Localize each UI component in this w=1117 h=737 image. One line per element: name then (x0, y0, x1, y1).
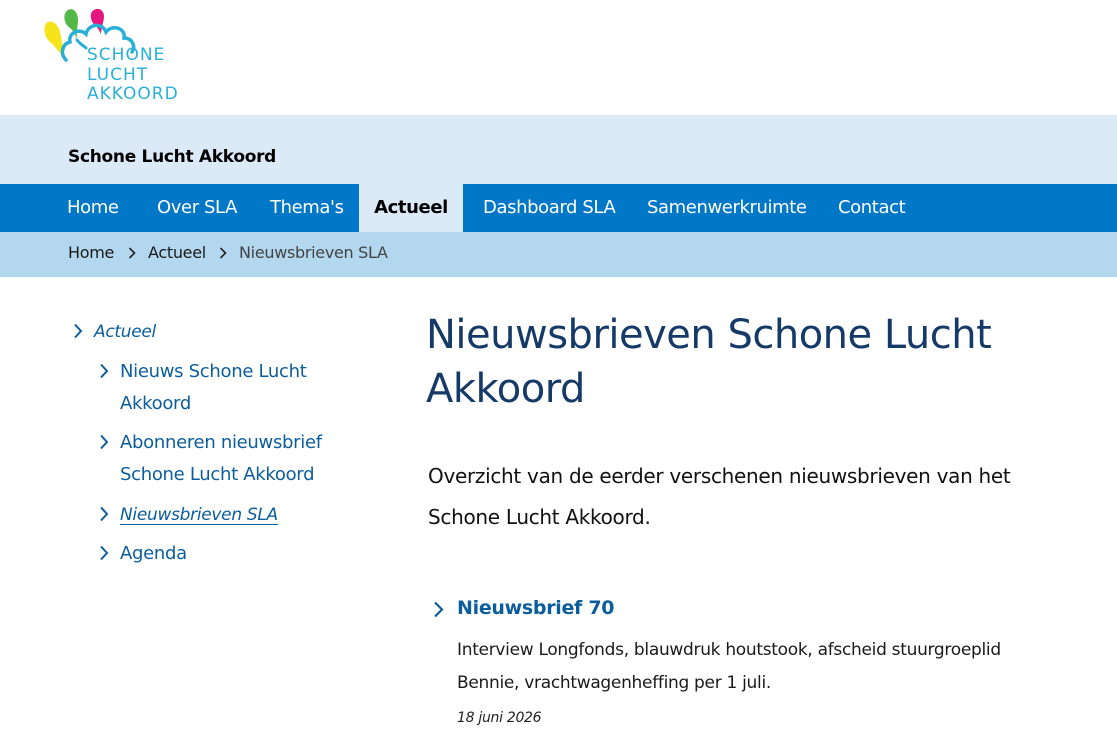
nav-item-dashboard-sla[interactable]: Dashboard SLA (483, 184, 616, 232)
logo-line: LUCHT (87, 64, 149, 85)
sidebar-item-abonneren[interactable]: Abonneren nieuwsbrief Schone Lucht Akkoo… (120, 427, 322, 491)
logo-line: SCHONE (87, 45, 166, 65)
sidebar-item-nieuws[interactable]: Nieuws Schone Lucht Akkoord (120, 356, 307, 420)
breadcrumb-current: Nieuwsbrieven SLA (239, 243, 388, 262)
main-nav: Home Over SLA Thema's Actueel Dashboard … (0, 184, 1117, 232)
nav-item-actueel[interactable]: Actueel (359, 184, 463, 232)
breadcrumb-home[interactable]: Home (68, 243, 114, 262)
logo-wordmark: SCHONE LUCHT AKKOORD (87, 45, 179, 105)
sidebar-item-label: Nieuws Schone Lucht (120, 361, 307, 382)
sidebar-item-agenda[interactable]: Agenda (120, 538, 187, 570)
logo-line: AKKOORD (87, 84, 179, 104)
sidebar-item-label: Schone Lucht Akkoord (120, 464, 315, 485)
nav-item-themas[interactable]: Thema's (270, 184, 344, 232)
intro-line: Schone Lucht Akkoord. (428, 505, 651, 529)
nav-item-samenwerkruimte[interactable]: Samenwerkruimte (647, 184, 807, 232)
news-item-description: Interview Longfonds, blauwdruk houtstook… (457, 634, 1037, 700)
chevron-right-icon (128, 247, 136, 259)
chevron-right-icon (100, 545, 109, 561)
page-title-line: Nieuwsbrieven Schone Lucht (426, 312, 992, 358)
chevron-right-icon (100, 363, 109, 379)
sidebar-item-label: Akkoord (120, 393, 191, 414)
chevron-right-icon (219, 247, 227, 259)
nav-item-contact[interactable]: Contact (838, 184, 906, 232)
site-title[interactable]: Schone Lucht Akkoord (68, 147, 276, 167)
page-title: Nieuwsbrieven Schone Lucht Akkoord (426, 308, 1066, 416)
news-item-date: 18 juni 2026 (457, 710, 542, 726)
sidebar-item-nieuwsbrieven[interactable]: Nieuwsbrieven SLA (120, 499, 278, 531)
breadcrumb-actueel[interactable]: Actueel (148, 243, 206, 262)
chevron-right-icon (434, 601, 444, 618)
chevron-right-icon (100, 434, 109, 450)
chevron-right-icon (100, 506, 109, 522)
news-desc-line: Bennie, vrachtwagenheffing per 1 juli. (457, 673, 771, 693)
intro-line: Overzicht van de eerder verschenen nieuw… (428, 464, 1011, 488)
news-desc-line: Interview Longfonds, blauwdruk houtstook… (457, 640, 1001, 660)
intro-text: Overzicht van de eerder verschenen nieuw… (428, 456, 1068, 538)
nav-item-over-sla[interactable]: Over SLA (157, 184, 237, 232)
chevron-right-icon (74, 323, 83, 339)
sidebar-item-label: Abonneren nieuwsbrief (120, 432, 322, 453)
site-logo[interactable]: SCHONE LUCHT AKKOORD (40, 0, 200, 112)
sidebar-parent-actueel[interactable]: Actueel (94, 316, 156, 348)
nav-item-home[interactable]: Home (67, 184, 119, 232)
page-title-line: Akkoord (426, 366, 585, 412)
news-item-title[interactable]: Nieuwsbrief 70 (457, 597, 614, 619)
